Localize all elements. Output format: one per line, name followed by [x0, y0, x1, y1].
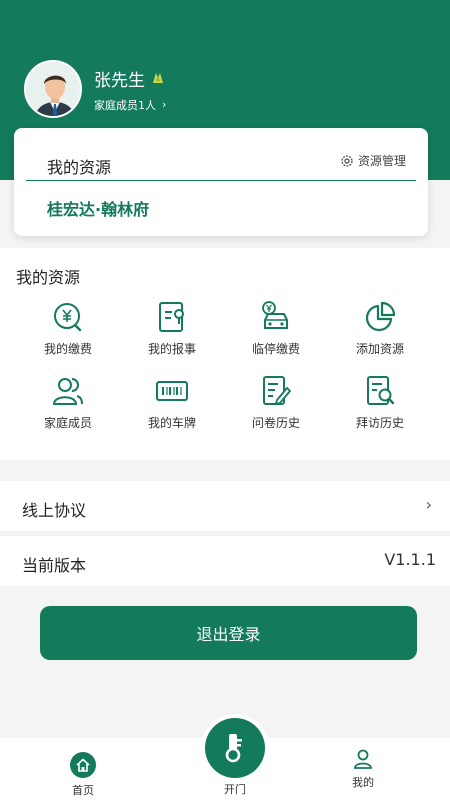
resource-card-title: 我的资源	[47, 158, 112, 177]
service-family-members[interactable]: 家庭成员	[13, 374, 123, 431]
open-door-label: 开门	[224, 783, 246, 796]
car-yuan-icon	[262, 301, 288, 329]
service-survey-history[interactable]: 问卷历史	[221, 374, 331, 431]
chevron-right-icon: ›	[425, 495, 432, 514]
user-name-row: 张先生	[94, 66, 166, 91]
family-icon	[52, 378, 83, 405]
agreement-label: 线上协议	[22, 501, 87, 520]
logout-button[interactable]: 退出登录	[40, 606, 417, 660]
verified-badge-icon	[151, 71, 165, 85]
key-icon	[225, 734, 242, 763]
divider	[26, 180, 416, 181]
survey-icon	[263, 376, 292, 406]
version-label: 当前版本	[22, 556, 87, 575]
user-icon	[354, 749, 372, 769]
home-icon	[70, 752, 96, 778]
service-parking-payment[interactable]: 临停缴费	[221, 300, 331, 357]
service-my-payment[interactable]: 我的缴费	[13, 300, 123, 357]
service-label: 临停缴费	[251, 342, 300, 356]
services-section: 我的资源 我的缴费 我的报事 临停缴费 添加资源 家庭成员 我的车牌 问卷历史 …	[0, 248, 450, 460]
version-row: 当前版本 V1.1.1	[0, 536, 450, 586]
agreement-row[interactable]: 线上协议 ›	[0, 481, 450, 531]
nav-mine[interactable]: 我的	[352, 748, 374, 790]
license-plate-icon	[156, 381, 188, 401]
avatar[interactable]	[24, 60, 82, 118]
chevron-right-icon: ›	[162, 98, 167, 111]
yuan-search-icon	[54, 303, 82, 332]
pie-chart-icon	[365, 301, 396, 332]
visit-history-icon	[367, 376, 395, 405]
resource-manage-label: 资源管理	[357, 154, 406, 168]
family-members-link[interactable]: 家庭成员1人 ›	[94, 97, 166, 113]
report-doc-icon	[159, 302, 184, 332]
resource-card: 我的资源 资源管理 桂宏达·翰林府	[14, 128, 428, 236]
family-members-text: 家庭成员1人	[94, 98, 156, 112]
service-label: 家庭成员	[43, 416, 92, 430]
service-label: 问卷历史	[251, 416, 300, 430]
property-name[interactable]: 桂宏达·翰林府	[47, 196, 149, 220]
nav-home[interactable]: 首页	[70, 752, 96, 798]
user-name: 张先生	[94, 70, 145, 91]
gear-icon	[341, 154, 353, 167]
version-value: V1.1.1	[384, 550, 436, 569]
service-label: 我的车牌	[147, 416, 196, 430]
service-label: 添加资源	[355, 342, 404, 356]
service-my-plate[interactable]: 我的车牌	[117, 374, 227, 431]
nav-mine-label: 我的	[352, 776, 374, 789]
open-door-button[interactable]	[205, 718, 265, 778]
services-title: 我的资源	[16, 268, 81, 287]
service-my-report[interactable]: 我的报事	[117, 300, 227, 357]
nav-home-label: 首页	[72, 784, 94, 797]
service-add-resource[interactable]: 添加资源	[325, 300, 435, 357]
service-label: 我的缴费	[43, 342, 92, 356]
service-label: 拜访历史	[355, 416, 404, 430]
service-label: 我的报事	[147, 342, 196, 356]
resource-manage-button[interactable]: 资源管理	[340, 152, 406, 169]
profile-section[interactable]: 张先生 家庭成员1人 ›	[24, 60, 166, 118]
service-visit-history[interactable]: 拜访历史	[325, 374, 435, 431]
